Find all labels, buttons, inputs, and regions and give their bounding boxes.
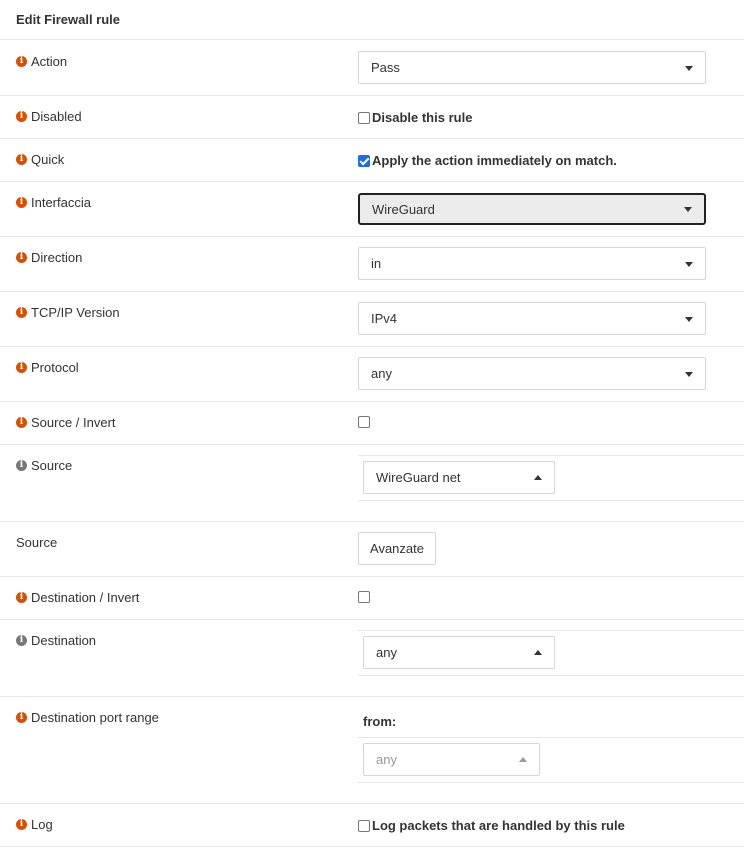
- disable-rule-text: Disable this rule: [372, 110, 473, 125]
- info-icon[interactable]: i: [16, 362, 27, 373]
- info-icon[interactable]: i: [16, 635, 27, 646]
- direction-select[interactable]: in: [358, 247, 706, 280]
- info-icon[interactable]: i: [16, 417, 27, 428]
- row-source-advanced: Source Avanzate: [0, 522, 744, 577]
- caret-down-icon: [685, 372, 693, 377]
- row-dest-port-range: i Destination port range from: any: [0, 697, 744, 804]
- row-interface: i Interfaccia WireGuard: [0, 182, 744, 237]
- row-source: i Source WireGuard net: [0, 445, 744, 522]
- disabled-label: Disabled: [31, 109, 82, 124]
- protocol-select[interactable]: any: [358, 357, 706, 390]
- info-icon[interactable]: i: [16, 252, 27, 263]
- form-title: Edit Firewall rule: [16, 12, 121, 27]
- row-source-invert: i Source / Invert: [0, 402, 744, 445]
- destination-invert-checkbox[interactable]: [358, 591, 370, 603]
- source-advanced-label: Source: [16, 535, 58, 550]
- row-action: i Action Pass: [0, 40, 744, 96]
- quick-text: Apply the action immediately on match.: [372, 153, 617, 168]
- source-invert-checkbox[interactable]: [358, 416, 370, 428]
- interface-label: Interfaccia: [31, 195, 91, 210]
- row-destination: i Destination any: [0, 620, 744, 697]
- quick-checkbox[interactable]: [358, 154, 370, 167]
- destination-label: Destination: [31, 633, 97, 648]
- source-label: Source: [31, 458, 73, 473]
- quick-checkbox-wrap[interactable]: Apply the action immediately on match.: [358, 153, 617, 168]
- direction-label: Direction: [31, 250, 83, 265]
- port-from-select[interactable]: any: [363, 743, 540, 776]
- info-icon[interactable]: i: [16, 819, 27, 830]
- row-disabled: i Disabled Disable this rule: [0, 96, 744, 139]
- caret-down-icon: [685, 262, 693, 267]
- protocol-label: Protocol: [31, 360, 79, 375]
- form-header: Edit Firewall rule: [0, 0, 744, 40]
- advanced-button[interactable]: Avanzate: [358, 532, 436, 565]
- info-icon[interactable]: i: [16, 592, 27, 603]
- action-label: Action: [31, 54, 68, 69]
- caret-up-icon: [534, 475, 542, 480]
- info-icon[interactable]: i: [16, 111, 27, 122]
- destination-invert-label: Destination / Invert: [31, 590, 140, 605]
- quick-label: Quick: [31, 152, 65, 167]
- info-icon[interactable]: i: [16, 197, 27, 208]
- disable-rule-checkbox-wrap[interactable]: Disable this rule: [358, 110, 472, 125]
- log-checkbox-wrap[interactable]: Log packets that are handled by this rul…: [358, 818, 625, 833]
- info-icon[interactable]: i: [16, 712, 27, 723]
- log-label: Log: [31, 817, 53, 832]
- caret-down-icon: [685, 317, 693, 322]
- caret-up-icon: [519, 757, 527, 762]
- log-text: Log packets that are handled by this rul…: [372, 818, 625, 833]
- caret-down-icon: [684, 207, 692, 212]
- dest-port-range-label: Destination port range: [31, 710, 159, 725]
- info-icon[interactable]: i: [16, 307, 27, 318]
- ip-version-label: TCP/IP Version: [31, 305, 120, 320]
- disable-rule-checkbox[interactable]: [358, 111, 370, 124]
- caret-up-icon: [534, 650, 542, 655]
- info-icon[interactable]: i: [16, 56, 27, 67]
- row-log: i Log Log packets that are handled by th…: [0, 804, 744, 847]
- source-select[interactable]: WireGuard net: [363, 461, 555, 494]
- from-label: from:: [363, 714, 397, 729]
- caret-down-icon: [685, 66, 693, 71]
- row-protocol: i Protocol any: [0, 347, 744, 402]
- ip-version-select[interactable]: IPv4: [358, 302, 706, 335]
- interface-select[interactable]: WireGuard: [358, 193, 706, 225]
- row-destination-invert: i Destination / Invert: [0, 577, 744, 620]
- log-checkbox[interactable]: [358, 819, 370, 832]
- action-select[interactable]: Pass: [358, 51, 706, 84]
- source-invert-label: Source / Invert: [31, 415, 116, 430]
- destination-select[interactable]: any: [363, 636, 555, 669]
- info-icon[interactable]: i: [16, 154, 27, 165]
- row-quick: i Quick Apply the action immediately on …: [0, 139, 744, 182]
- row-direction: i Direction in: [0, 237, 744, 292]
- info-icon[interactable]: i: [16, 460, 27, 471]
- row-ip-version: i TCP/IP Version IPv4: [0, 292, 744, 347]
